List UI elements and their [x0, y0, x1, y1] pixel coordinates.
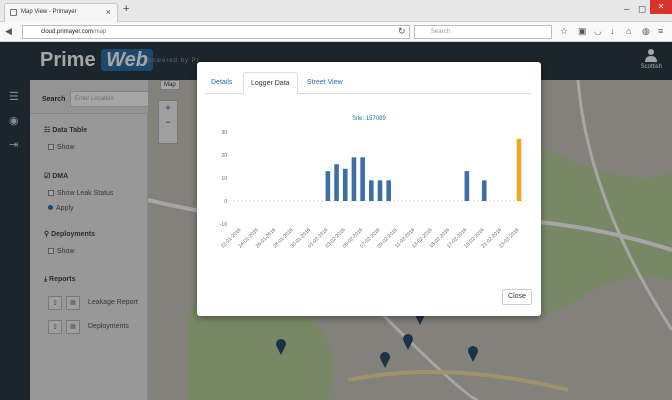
download-icon[interactable]: ↓ — [610, 26, 615, 36]
new-tab-button[interactable]: + — [123, 3, 129, 15]
data-bar — [386, 180, 391, 201]
data-bar — [481, 180, 487, 201]
data-bar — [464, 171, 470, 201]
favicon-icon — [10, 9, 17, 16]
pocket-icon[interactable]: ◡ — [594, 26, 602, 37]
window-close-button[interactable]: ✕ — [650, 0, 672, 14]
data-bar — [360, 157, 365, 201]
reading-list-icon[interactable]: ▣ — [578, 26, 587, 37]
home-icon[interactable]: ⌂ — [626, 26, 631, 36]
tab-logger-data[interactable]: Logger Data — [243, 72, 298, 94]
minimize-icon[interactable]: – — [624, 4, 630, 15]
tab-details[interactable]: Details — [211, 72, 232, 94]
menu-icon[interactable]: ≡ — [658, 26, 663, 36]
y-tick-label: 10 — [221, 176, 227, 182]
browser-nav-bar: ◀ cloud.primayer.com/map ↻ Search ☆ ▣ ◡ … — [0, 22, 672, 42]
address-bar[interactable]: cloud.primayer.com/map — [22, 25, 410, 39]
data-bar — [351, 157, 357, 201]
browser-search-placeholder: Search — [431, 29, 451, 35]
maximize-icon[interactable]: ◻ — [638, 4, 646, 15]
data-bar — [369, 180, 374, 201]
data-bar — [325, 171, 331, 201]
back-icon[interactable]: ◀ — [5, 26, 12, 37]
y-tick-label: 0 — [224, 199, 227, 205]
sync-icon[interactable]: ◍ — [642, 26, 650, 37]
browser-tab[interactable]: Map View - Primayer × — [4, 3, 118, 22]
close-button[interactable]: Close — [502, 289, 532, 305]
browser-search-input[interactable]: Search — [414, 25, 552, 39]
data-bar — [334, 164, 339, 201]
data-bar — [342, 168, 348, 201]
bookmark-star-icon[interactable]: ☆ — [560, 26, 568, 37]
modal-tabs: Details Logger Data Street View — [205, 72, 531, 94]
chart-title: Site: 157089 — [352, 116, 386, 122]
y-tick-label: -10 — [220, 222, 227, 228]
logger-chart: 3020100-1022-01-201624-01-201626-01-2016… — [220, 130, 527, 250]
url-host: cloud.primayer.com — [41, 29, 94, 35]
reload-icon[interactable]: ↻ — [398, 26, 406, 37]
url-path: /map — [93, 29, 107, 35]
data-bar — [377, 180, 383, 201]
logger-data-modal: Details Logger Data Street View Site: 15… — [197, 62, 541, 316]
browser-tab-bar: Map View - Primayer × + – ◻ ✕ — [0, 0, 672, 22]
tab-close-icon[interactable]: × — [106, 7, 111, 17]
browser-tab-title: Map View - Primayer — [21, 9, 77, 15]
y-tick-label: 20 — [221, 153, 227, 159]
tab-street-view[interactable]: Street View — [307, 72, 343, 94]
data-bar — [516, 138, 522, 201]
y-tick-label: 30 — [221, 130, 227, 136]
